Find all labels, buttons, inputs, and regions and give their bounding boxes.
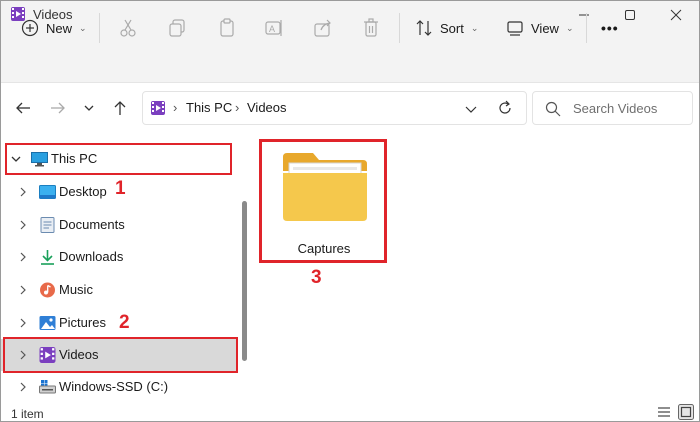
sidebar-item-windows-ssd[interactable]: Windows-SSD (C:): [1, 371, 237, 403]
view-icon: [507, 21, 523, 36]
sidebar-item-label: Desktop: [59, 184, 107, 199]
command-bar: [1, 29, 699, 83]
chevron-right-icon[interactable]: [19, 382, 27, 392]
sidebar-scrollbar[interactable]: [242, 201, 247, 361]
view-button[interactable]: View ⌄: [506, 1, 574, 55]
chevron-right-icon[interactable]: [19, 252, 27, 262]
arrow-left-icon: [16, 102, 30, 114]
sidebar-item-music[interactable]: Music: [1, 274, 237, 306]
chevron-down-icon[interactable]: [465, 103, 477, 115]
pictures-icon: [39, 316, 56, 330]
breadcrumb-this-pc[interactable]: This PC: [186, 100, 232, 115]
annotation-box-videos: [3, 337, 238, 373]
share-icon[interactable]: [313, 18, 333, 38]
status-bar: [1, 401, 699, 421]
sidebar-item-label: Downloads: [59, 249, 124, 264]
sort-icon: [416, 20, 432, 36]
search-box[interactable]: Search Videos: [532, 91, 693, 125]
close-button[interactable]: [653, 1, 699, 29]
address-bar[interactable]: › This PC › Videos: [142, 91, 527, 125]
new-button[interactable]: New ⌄: [21, 1, 87, 55]
back-button[interactable]: [12, 97, 34, 119]
chevron-right-icon[interactable]: [19, 187, 27, 197]
item-count: 1 item: [11, 407, 44, 421]
annotation-box-this-pc: [5, 143, 232, 175]
refresh-icon[interactable]: [497, 100, 513, 116]
annotation-number-2: 2: [119, 312, 130, 333]
search-placeholder: Search Videos: [573, 101, 658, 116]
annotation-number-1: 1: [115, 178, 126, 199]
maximize-icon: [625, 10, 635, 20]
forward-button[interactable]: [47, 97, 69, 119]
breadcrumb-videos[interactable]: Videos: [247, 100, 287, 115]
chevron-down-icon: ⌄: [565, 22, 574, 33]
documents-icon: [40, 217, 55, 233]
breadcrumb-separator[interactable]: ›: [173, 100, 177, 115]
sidebar-item-label: Documents: [59, 217, 125, 232]
chevron-down-icon: ⌄: [79, 22, 87, 33]
arrow-right-icon: [51, 102, 65, 114]
plus-circle-icon: [21, 19, 39, 37]
new-label: New: [46, 20, 73, 36]
toolbar-divider: [586, 13, 587, 43]
view-label: View: [531, 20, 559, 36]
drive-icon: [39, 380, 56, 394]
copy-icon[interactable]: [167, 18, 187, 38]
annotation-number-3: 3: [311, 267, 322, 288]
toolbar-divider: [99, 13, 100, 43]
paste-icon[interactable]: [217, 18, 237, 38]
chevron-down-icon: ⌄: [470, 22, 479, 33]
desktop-icon: [39, 185, 56, 199]
sidebar-item-documents[interactable]: Documents: [1, 209, 237, 241]
sort-button[interactable]: Sort ⌄: [415, 1, 478, 55]
tiles-view-icon[interactable]: [678, 404, 694, 420]
recent-locations-button[interactable]: [78, 97, 100, 119]
arrow-up-icon: [114, 101, 126, 115]
music-icon: [40, 282, 55, 298]
breadcrumb-separator[interactable]: ›: [235, 100, 239, 115]
up-button[interactable]: [109, 97, 131, 119]
cut-icon[interactable]: [118, 18, 138, 38]
videos-folder-icon: [151, 101, 165, 115]
minimize-icon: [579, 14, 589, 16]
downloads-icon: [41, 250, 54, 265]
sidebar-item-label: Music: [59, 282, 93, 297]
toolbar-divider: [399, 13, 400, 43]
sidebar-item-label: Pictures: [59, 315, 106, 330]
chevron-right-icon[interactable]: [19, 220, 27, 230]
chevron-right-icon[interactable]: [19, 285, 27, 295]
more-icon: •••: [601, 20, 619, 36]
close-icon: [670, 9, 682, 21]
svg-text:A: A: [269, 24, 275, 34]
annotation-box-captures: [259, 139, 387, 263]
sort-label: Sort: [440, 20, 464, 36]
chevron-down-icon: [84, 105, 94, 111]
search-icon: [545, 101, 561, 117]
rename-icon[interactable]: A: [264, 18, 284, 38]
sidebar-item-downloads[interactable]: Downloads: [1, 241, 237, 273]
delete-icon[interactable]: [361, 18, 381, 38]
more-options-button[interactable]: •••: [601, 1, 619, 55]
sidebar-item-label: Windows-SSD (C:): [59, 379, 169, 394]
chevron-right-icon[interactable]: [19, 318, 27, 328]
details-view-icon[interactable]: [657, 406, 671, 418]
